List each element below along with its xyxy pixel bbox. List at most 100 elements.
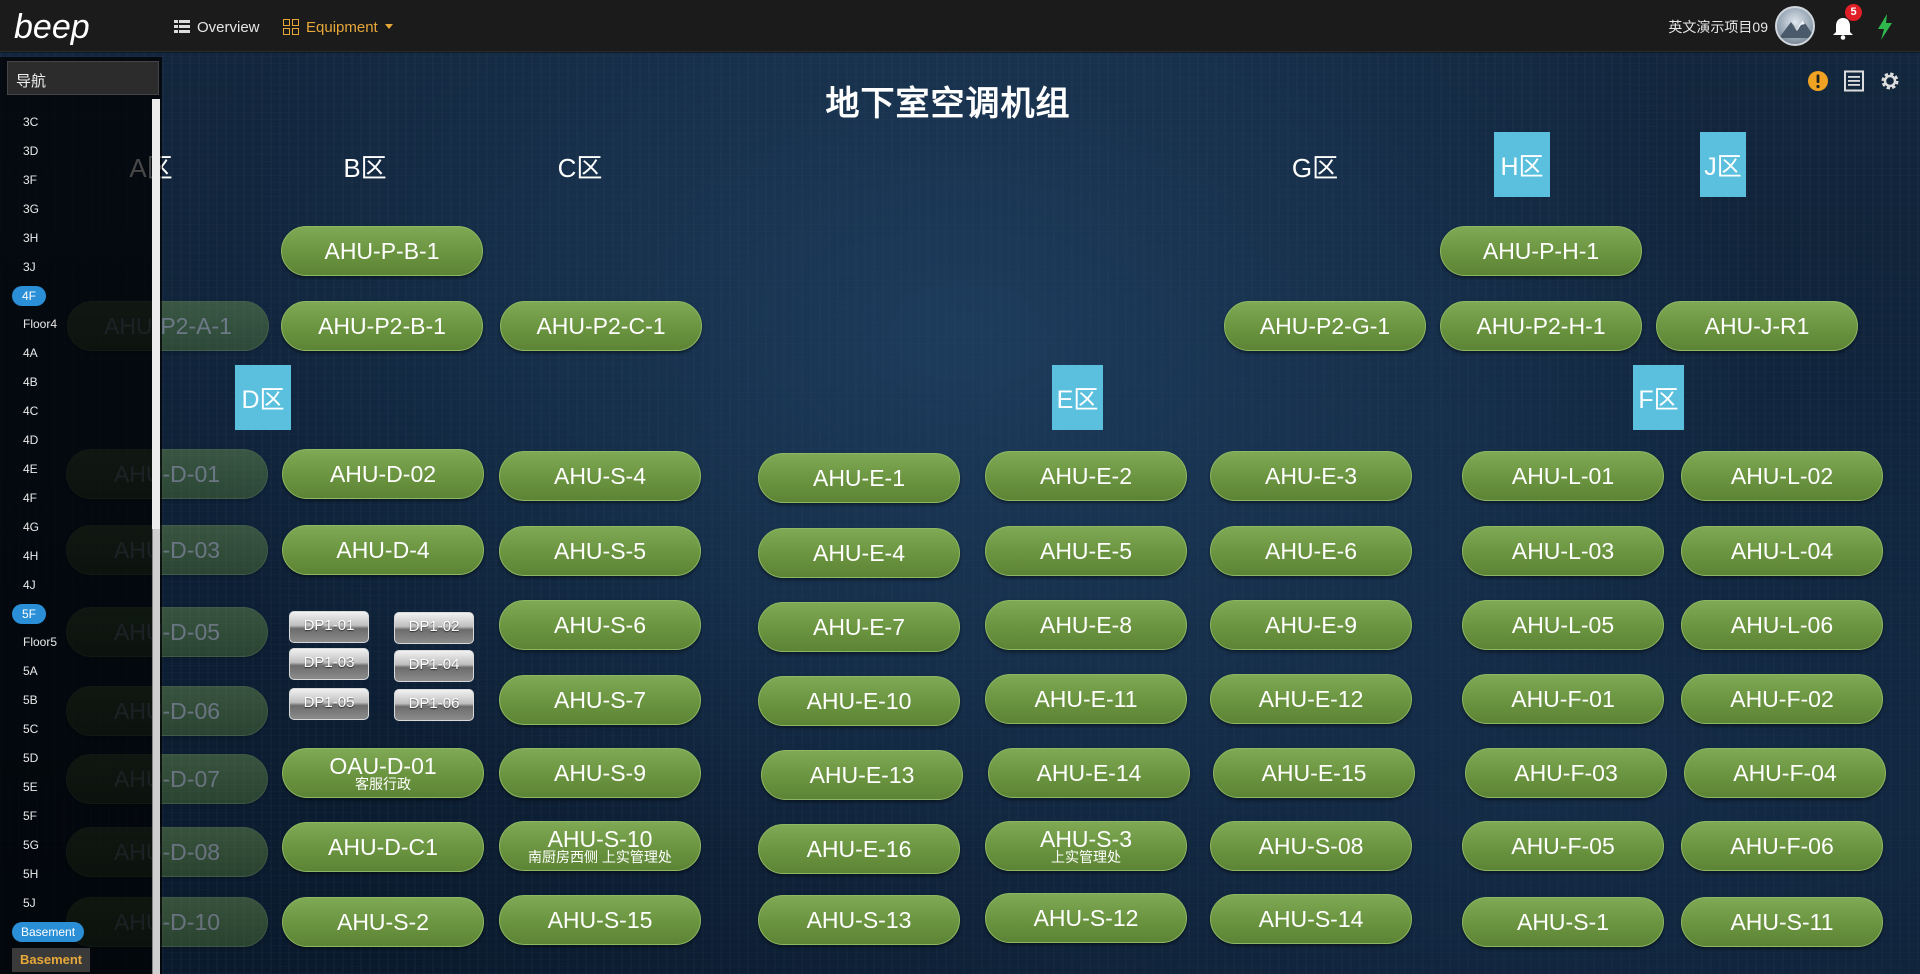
nav-item-5b[interactable]: 5B	[12, 690, 38, 710]
unit-button[interactable]: AHU-P-H-1	[1440, 226, 1642, 276]
zone-box-h[interactable]: H区	[1494, 132, 1550, 197]
settings-icon[interactable]	[1879, 70, 1901, 92]
unit-button[interactable]: AHU-P2-H-1	[1440, 301, 1642, 351]
unit-button[interactable]: OAU-D-01 客服行政	[282, 748, 484, 798]
nav-item-5a[interactable]: 5A	[12, 661, 38, 681]
nav-item-3d[interactable]: 3D	[12, 141, 38, 161]
unit-button[interactable]: AHU-E-6	[1210, 526, 1412, 576]
unit-button[interactable]: AHU-S-3 上实管理处	[985, 821, 1187, 871]
zone-box-f[interactable]: F区	[1633, 365, 1684, 430]
nav-overview[interactable]: Overview	[174, 16, 260, 38]
zone-box-j[interactable]: J区	[1700, 132, 1746, 197]
avatar[interactable]	[1775, 6, 1815, 46]
logo[interactable]: beep	[12, 6, 102, 46]
nav-item-3f[interactable]: 3F	[12, 170, 37, 190]
unit-button[interactable]: AHU-P2-B-1	[281, 301, 483, 351]
nav-item-4f[interactable]: 4F	[12, 488, 37, 508]
nav-item-5h[interactable]: 5H	[12, 864, 38, 884]
nav-item-4f-active[interactable]: 4F	[12, 286, 47, 306]
unit-button[interactable]: AHU-F-04	[1684, 748, 1886, 798]
nav-item-4c[interactable]: 4C	[12, 401, 38, 421]
unit-button[interactable]: AHU-P2-C-1	[500, 301, 702, 351]
unit-button[interactable]: AHU-E-4	[758, 528, 960, 578]
unit-button[interactable]: AHU-F-05	[1462, 821, 1664, 871]
list-icon[interactable]	[1843, 70, 1865, 92]
unit-button[interactable]: AHU-E-5	[985, 526, 1187, 576]
nav-item-4a[interactable]: 4A	[12, 343, 38, 363]
unit-button[interactable]: AHU-S-12	[985, 893, 1187, 943]
unit-button[interactable]: AHU-L-02	[1681, 451, 1883, 501]
unit-button[interactable]: AHU-S-11	[1681, 897, 1883, 947]
unit-button[interactable]: AHU-S-9	[499, 748, 701, 798]
nav-item-4j[interactable]: 4J	[12, 575, 36, 595]
dp-unit-button[interactable]: DP1-06	[394, 689, 474, 721]
zone-box-d[interactable]: D区	[235, 365, 291, 430]
unit-button[interactable]: AHU-E-16	[758, 824, 960, 874]
alert-icon[interactable]	[1807, 70, 1829, 92]
unit-button[interactable]: AHU-P-B-1	[281, 226, 483, 276]
unit-button[interactable]: AHU-E-2	[985, 451, 1187, 501]
nav-item-5c[interactable]: 5C	[12, 719, 38, 739]
nav-item-5e[interactable]: 5E	[12, 777, 38, 797]
dp-unit-button[interactable]: DP1-03	[289, 648, 369, 680]
nav-item-4b[interactable]: 4B	[12, 372, 38, 392]
nav-item-4g[interactable]: 4G	[12, 517, 39, 537]
unit-button[interactable]: AHU-S-7	[499, 675, 701, 725]
unit-button[interactable]: AHU-P2-G-1	[1224, 301, 1426, 351]
nav-item-3g[interactable]: 3G	[12, 199, 39, 219]
zone-box-e[interactable]: E区	[1052, 365, 1103, 430]
unit-button[interactable]: AHU-E-11	[985, 674, 1187, 724]
nav-scrollbar-thumb[interactable]	[152, 99, 160, 529]
unit-button[interactable]: AHU-S-5	[499, 526, 701, 576]
unit-button[interactable]: AHU-F-06	[1681, 821, 1883, 871]
unit-button[interactable]: AHU-E-8	[985, 600, 1187, 650]
dp-unit-button[interactable]: DP1-04	[394, 650, 474, 682]
unit-button[interactable]: AHU-S-4	[499, 451, 701, 501]
unit-button[interactable]: AHU-E-3	[1210, 451, 1412, 501]
unit-button[interactable]: AHU-E-12	[1210, 674, 1412, 724]
unit-button[interactable]: AHU-S-13	[758, 895, 960, 945]
unit-button[interactable]: AHU-F-02	[1681, 674, 1883, 724]
dp-unit-button[interactable]: DP1-01	[289, 611, 369, 643]
dp-unit-button[interactable]: DP1-02	[394, 612, 474, 644]
unit-button[interactable]: AHU-L-03	[1462, 526, 1664, 576]
nav-item-4d[interactable]: 4D	[12, 430, 38, 450]
project-name[interactable]: 英文演示项目09	[1668, 17, 1768, 37]
nav-item-floor5[interactable]: Floor5	[12, 632, 57, 652]
nav-equipment[interactable]: Equipment	[283, 16, 393, 38]
unit-button[interactable]: AHU-L-04	[1681, 526, 1883, 576]
unit-button[interactable]: AHU-S-14	[1210, 894, 1412, 944]
unit-button[interactable]: AHU-E-1	[758, 453, 960, 503]
unit-button[interactable]: AHU-D-C1	[282, 822, 484, 872]
unit-button[interactable]: AHU-L-01	[1462, 451, 1664, 501]
power-bolt-icon[interactable]	[1876, 14, 1894, 40]
unit-button[interactable]: AHU-F-01	[1462, 674, 1664, 724]
unit-button[interactable]: AHU-L-05	[1462, 600, 1664, 650]
nav-item-5j[interactable]: 5J	[12, 893, 36, 913]
nav-item-basement[interactable]: Basement	[12, 948, 91, 972]
unit-button[interactable]: AHU-S-08	[1210, 821, 1412, 871]
nav-item-5f[interactable]: 5F	[12, 806, 37, 826]
nav-item-3h[interactable]: 3H	[12, 228, 38, 248]
unit-button[interactable]: AHU-J-R1	[1656, 301, 1858, 351]
unit-button[interactable]: AHU-E-10	[758, 676, 960, 726]
unit-button[interactable]: AHU-S-10 南厨房西侧 上实管理处	[499, 821, 701, 871]
nav-item-3c[interactable]: 3C	[12, 112, 38, 132]
dp-unit-button[interactable]: DP1-05	[289, 688, 369, 720]
nav-item-5f-active[interactable]: 5F	[12, 604, 47, 624]
unit-button[interactable]: AHU-L-06	[1681, 600, 1883, 650]
unit-button[interactable]: AHU-E-13	[761, 750, 963, 800]
unit-button[interactable]: AHU-E-9	[1210, 600, 1412, 650]
nav-item-4e[interactable]: 4E	[12, 459, 38, 479]
unit-button[interactable]: AHU-F-03	[1465, 748, 1667, 798]
nav-item-5d[interactable]: 5D	[12, 748, 38, 768]
unit-button[interactable]: AHU-S-1	[1462, 897, 1664, 947]
nav-item-5g[interactable]: 5G	[12, 835, 39, 855]
unit-button[interactable]: AHU-D-4	[282, 525, 484, 575]
nav-item-4h[interactable]: 4H	[12, 546, 38, 566]
unit-button[interactable]: AHU-E-15	[1213, 748, 1415, 798]
nav-item-floor4[interactable]: Floor4	[12, 314, 57, 334]
nav-item-3j[interactable]: 3J	[12, 257, 36, 277]
unit-button[interactable]: AHU-E-7	[758, 602, 960, 652]
unit-button[interactable]: AHU-D-02	[282, 449, 484, 499]
